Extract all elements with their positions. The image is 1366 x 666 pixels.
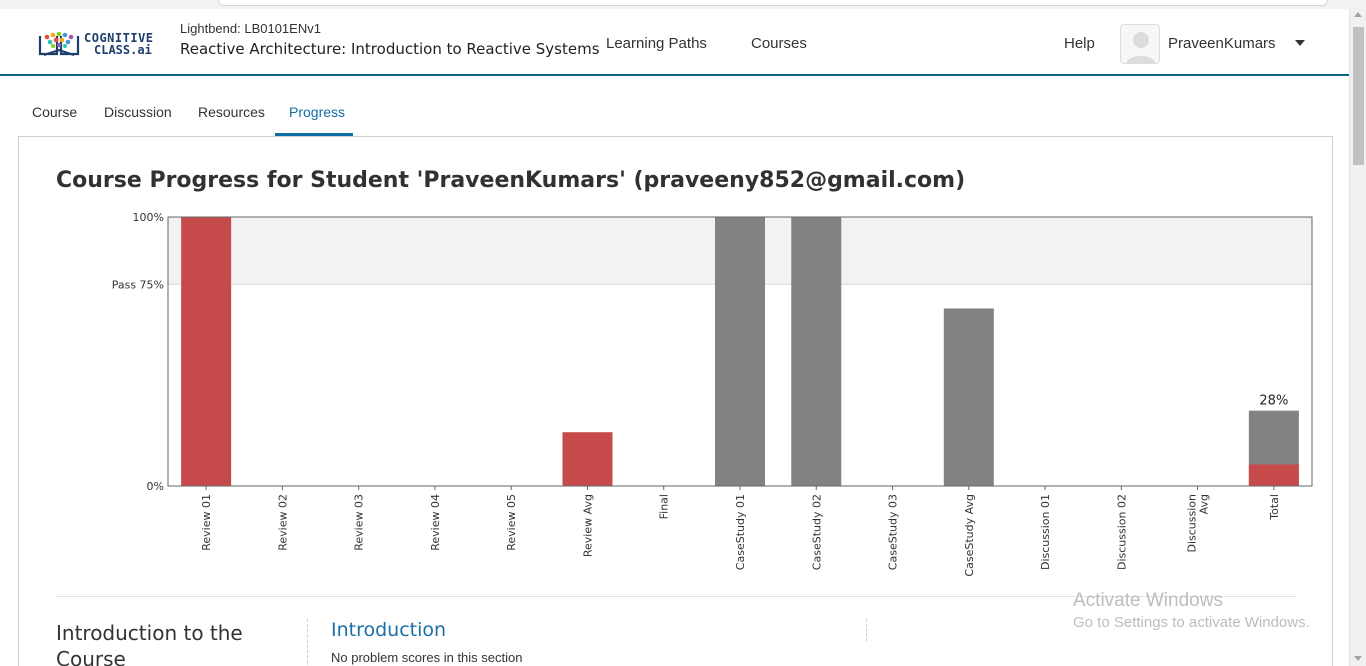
section-separator <box>307 619 308 666</box>
subsection-title-link[interactable]: Introduction <box>331 619 446 641</box>
watermark-title: Activate Windows <box>1073 590 1223 611</box>
tab-course[interactable]: Course <box>32 93 77 136</box>
bar <box>181 217 232 486</box>
tab-resources[interactable]: Resources <box>198 93 265 136</box>
x-tick-label: CaseStudy 03 <box>887 494 900 570</box>
y-tick-label: 0% <box>147 480 164 493</box>
subsection-status: No problem scores in this section <box>331 650 523 665</box>
page-scrollbar[interactable] <box>1349 9 1366 666</box>
x-tick-label: Final <box>658 494 671 519</box>
scroll-up-arrow-icon[interactable] <box>1354 12 1362 17</box>
x-tick-label: Discussion 02 <box>1115 494 1128 570</box>
bar-total-earned <box>1248 464 1299 486</box>
data-label: 28% <box>1259 394 1288 409</box>
x-tick-label: CaseStudy Avg <box>963 494 976 577</box>
y-tick-label: Pass 75% <box>112 278 164 291</box>
subsection-separator <box>866 619 867 641</box>
progress-chart: 100% Pass 75% 0% Review 01 Review 02 Review 0… <box>112 211 1313 577</box>
bar <box>791 217 842 486</box>
scroll-down-arrow-icon[interactable] <box>1354 656 1362 661</box>
x-tick-label: Review Avg <box>581 494 594 557</box>
tab-progress[interactable]: Progress <box>275 93 353 136</box>
nav-courses[interactable]: Courses <box>751 35 807 52</box>
x-tick-label: Review 01 <box>200 494 213 551</box>
cognitive-class-logo-icon <box>38 31 80 57</box>
x-tick-label: CaseStudy 01 <box>734 494 747 570</box>
user-avatar-icon[interactable] <box>1120 24 1160 64</box>
section-name: Introduction to the Course <box>56 621 243 666</box>
help-link[interactable]: Help <box>1064 35 1095 52</box>
logo-line-2: CLASS.ai <box>94 43 152 57</box>
progress-card: Course Progress for Student 'PraveenKuma… <box>18 136 1333 666</box>
x-tick-label: Avg <box>1198 494 1211 514</box>
cognitive-class-logo[interactable]: COGNITIVE CLASS.ai <box>38 29 154 59</box>
x-tick-label: Review 05 <box>505 494 518 551</box>
page-title: Course Progress for Student 'PraveenKuma… <box>56 168 966 193</box>
x-tick-label: Review 04 <box>429 494 442 551</box>
user-name[interactable]: PraveenKumars <box>1168 35 1276 52</box>
chevron-down-icon[interactable] <box>1295 40 1305 46</box>
course-org: Lightbend: LB0101ENv1 <box>180 21 321 36</box>
y-tick-label: 100% <box>133 211 164 224</box>
logo-wordmark: COGNITIVE CLASS.ai <box>84 32 154 56</box>
scrollbar-thumb[interactable] <box>1353 27 1364 165</box>
tab-discussion[interactable]: Discussion <box>104 93 172 136</box>
x-tick-label: Total <box>1268 494 1281 521</box>
browser-top-strip <box>0 0 1366 9</box>
bar <box>715 217 765 486</box>
x-tick-label: CaseStudy 02 <box>810 494 823 570</box>
nav-learning-paths[interactable]: Learning Paths <box>606 35 707 52</box>
course-title: Reactive Architecture: Introduction to R… <box>180 40 600 58</box>
x-tick-label: Review 03 <box>353 494 366 551</box>
watermark-subtitle: Go to Settings to activate Windows. <box>1073 614 1310 631</box>
site-header: COGNITIVE CLASS.ai Lightbend: LB0101ENv1… <box>0 9 1349 76</box>
x-tick-label: Discussion 01 <box>1039 494 1052 570</box>
bar <box>943 308 994 486</box>
x-tick-label: Review 02 <box>276 494 289 551</box>
bar <box>562 432 613 486</box>
browser-address-bar[interactable] <box>218 0 1328 6</box>
